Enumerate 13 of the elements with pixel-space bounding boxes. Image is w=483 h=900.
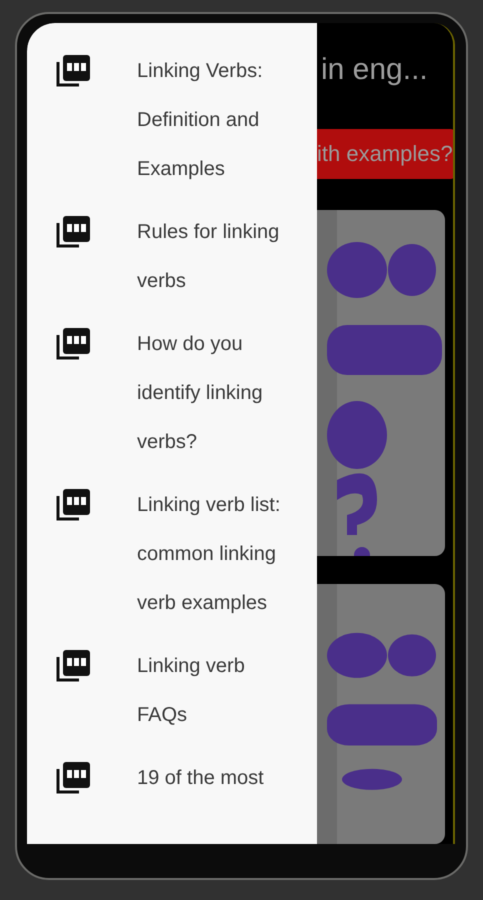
pdf-icon [55, 55, 90, 88]
menu-item[interactable]: Linking Verbs: Definition and Examples [137, 47, 287, 194]
menu-item[interactable]: Rules for linking verbs [137, 208, 287, 306]
pdf-icon [55, 328, 90, 361]
pdf-icon [55, 762, 90, 795]
menu-item[interactable]: How do you identify linking verbs? [137, 320, 287, 467]
menu-item[interactable]: Linking verb FAQs [137, 642, 287, 740]
pdf-icon [55, 650, 90, 683]
menu-item[interactable]: Linking verb list: common linking verb examples [137, 481, 287, 628]
pdf-icon [55, 489, 90, 522]
menu-item[interactable]: 19 of the most [137, 754, 287, 803]
app-title: in eng... [320, 52, 429, 88]
pdf-icon [55, 216, 90, 249]
